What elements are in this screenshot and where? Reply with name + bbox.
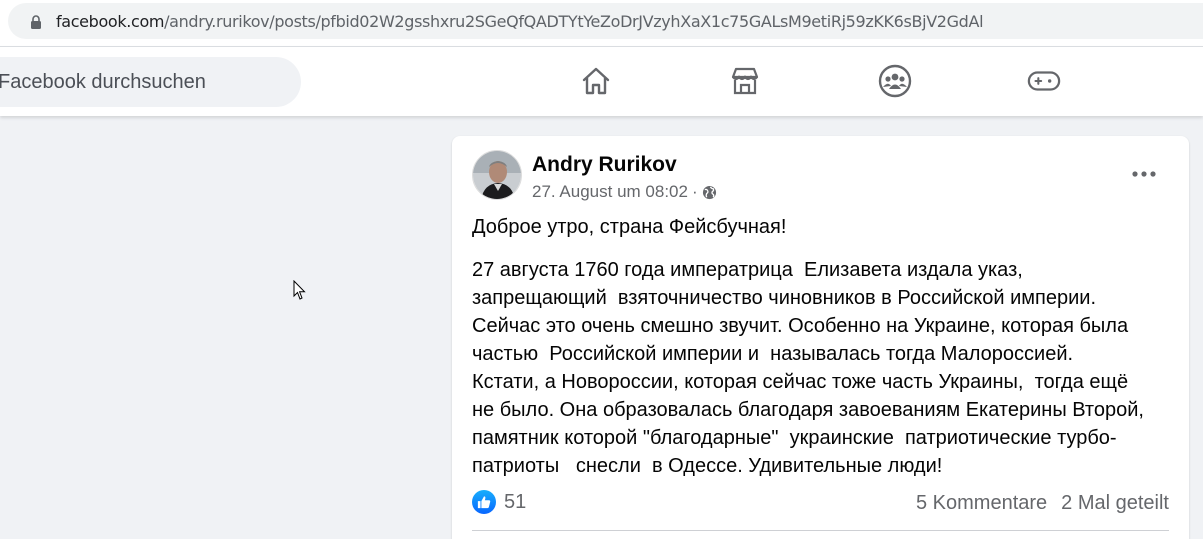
gaming-icon: [1027, 71, 1061, 91]
post-options-button[interactable]: [1124, 162, 1164, 186]
post-body-line: частью Российской империи и называлась т…: [472, 343, 1074, 365]
like-reaction-icon: [472, 490, 496, 514]
groups-icon: [878, 64, 912, 98]
post-meta: 27. August um 08:02 ·: [532, 182, 717, 202]
post-body-line: Кстати, а Новороссии, которая сейчас тож…: [472, 371, 1129, 393]
mouse-cursor-icon: [293, 280, 306, 300]
home-nav-button[interactable]: [579, 64, 613, 98]
more-options-icon: [1132, 171, 1156, 177]
post-body-line: Сейчас это очень смешно звучит. Особенно…: [472, 315, 1129, 337]
post-greeting: Доброе утро, страна Фейсбучная!: [472, 216, 787, 238]
like-count: 51: [504, 490, 527, 513]
thumbs-up-icon: [477, 496, 491, 509]
lock-icon: [31, 15, 41, 29]
post-body-line: патриоты снесли в Одессе. Удивительные л…: [472, 455, 943, 477]
author-avatar[interactable]: [472, 150, 522, 200]
post-body-line: не было. Она образовалась благодаря заво…: [472, 399, 1144, 421]
marketplace-icon: [731, 67, 759, 95]
post-body-line: запрещающий взяточничество чиновников в …: [472, 287, 1097, 309]
marketplace-nav-button[interactable]: [728, 64, 762, 98]
post-body-line: памятник которой "благодарные" украински…: [472, 427, 1117, 449]
search-input[interactable]: [0, 57, 288, 107]
globe-icon: [702, 185, 716, 199]
shares-count-link[interactable]: 2 Mal geteilt: [1061, 492, 1169, 515]
post-body: 27 августа 1760 года императрица Елизаве…: [472, 256, 1172, 480]
post-author-name[interactable]: Andry Rurikov: [532, 153, 677, 177]
meta-separator: ·: [691, 182, 698, 201]
gaming-nav-button[interactable]: [1027, 64, 1061, 98]
address-field[interactable]: facebook.com/andry.rurikov/posts/pfbid02…: [8, 3, 1203, 39]
home-icon: [582, 67, 610, 95]
browser-url-bar: facebook.com/andry.rurikov/posts/pfbid02…: [0, 0, 1203, 46]
facebook-header: [0, 46, 1203, 116]
groups-nav-button[interactable]: [878, 64, 912, 98]
avatar-photo: [473, 151, 521, 199]
comments-count-link[interactable]: 5 Kommentare: [916, 492, 1047, 515]
post-card: Andry Rurikov 27. August um 08:02 · Добр…: [452, 136, 1189, 539]
post-body-line: 27 августа 1760 года императрица Елизаве…: [472, 259, 1023, 281]
search-box[interactable]: [0, 57, 301, 107]
post-timestamp[interactable]: 27. August um 08:02: [532, 182, 688, 202]
post-stats: 5 Kommentare 2 Mal geteilt: [916, 492, 1169, 515]
url-host: facebook.com: [56, 12, 165, 31]
url-text[interactable]: facebook.com/andry.rurikov/posts/pfbid02…: [56, 12, 984, 31]
actions-divider: [472, 530, 1169, 531]
reactions-summary[interactable]: 51: [472, 490, 526, 514]
url-path: /andry.rurikov/posts/pfbid02W2gsshxru2SG…: [164, 12, 984, 31]
